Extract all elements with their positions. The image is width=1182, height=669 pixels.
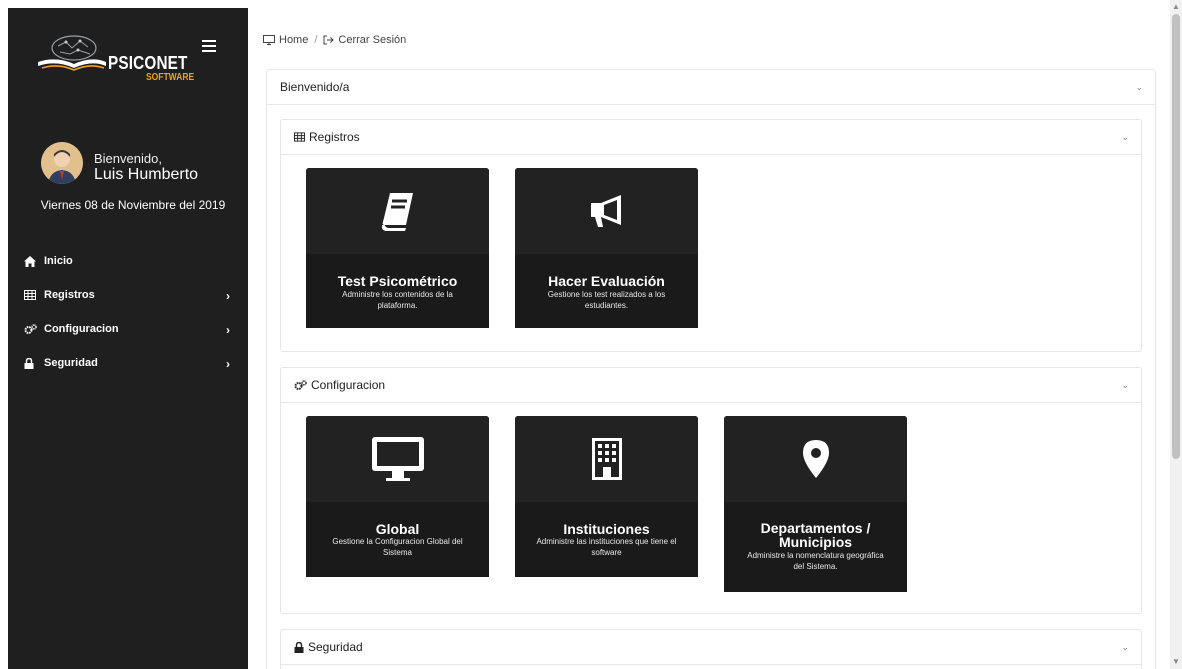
sidebar-item-label: Seguridad: [44, 357, 98, 369]
welcome-text: Bienvenido,: [94, 151, 162, 166]
breadcrumb: Home / Cerrar Sesión: [263, 34, 406, 46]
map-marker-icon: [802, 440, 829, 478]
collapse-chevron-icon[interactable]: ⌄: [1135, 82, 1143, 93]
sidebar-item-configuracion[interactable]: Configuracion ›: [8, 312, 248, 346]
brand-subtitle: SOFTWARE: [146, 72, 195, 83]
brand-name: PSICONET: [108, 53, 188, 73]
configuracion-panel-title: Configuracion: [311, 378, 386, 392]
table-icon: [294, 132, 305, 142]
desktop-icon: [263, 35, 275, 45]
sign-out-icon: [323, 35, 335, 45]
chevron-right-icon: ›: [226, 357, 230, 371]
tile-instituciones[interactable]: Instituciones Administre las institucion…: [515, 416, 698, 577]
collapse-chevron-icon[interactable]: ⌄: [1121, 380, 1129, 391]
tile-title: Instituciones: [563, 521, 650, 537]
monitor-icon: [371, 437, 424, 481]
seguridad-panel-title: Seguridad: [308, 640, 363, 654]
tile-title: Departamentos / Municipios: [760, 520, 871, 550]
sidebar-item-label: Inicio: [44, 255, 73, 267]
tile-description: Administre las instituciones que tiene e…: [536, 537, 677, 557]
tile-title: Test Psicométrico: [337, 273, 458, 289]
sidebar-item-seguridad[interactable]: Seguridad ›: [8, 346, 248, 380]
building-icon: [591, 438, 622, 480]
tile-hacer-evaluacion[interactable]: Hacer Evaluación Gestione los test reali…: [515, 168, 698, 328]
chevron-right-icon: ›: [226, 323, 230, 337]
registros-panel-header[interactable]: Registros ⌄: [281, 120, 1141, 155]
page-scrollbar[interactable]: ▲ ▼: [1170, 0, 1182, 669]
cogs-icon: [24, 323, 38, 335]
menu-toggle-icon[interactable]: [202, 40, 216, 52]
collapse-chevron-icon[interactable]: ⌄: [1121, 642, 1129, 653]
current-date: Viernes 08 de Noviembre del 2019: [40, 198, 226, 212]
welcome-panel-header[interactable]: Bienvenido/a ⌄: [267, 70, 1155, 105]
book-icon: [381, 193, 413, 231]
tile-description: Administre la nomenclatura geográfica de…: [747, 551, 884, 571]
configuracion-panel-header[interactable]: Configuracion ⌄: [281, 368, 1141, 403]
seguridad-panel-header[interactable]: Seguridad ⌄: [281, 630, 1141, 665]
cogs-icon: [294, 379, 307, 390]
tile-description: Gestione la Configuracion Global del Sis…: [332, 537, 463, 557]
sidebar-menu: Inicio Registros › Configuracion › Segur…: [8, 244, 248, 380]
megaphone-icon: [590, 195, 621, 227]
home-icon: [24, 255, 38, 267]
logout-link[interactable]: Cerrar Sesión: [323, 34, 406, 46]
chevron-right-icon: ›: [226, 289, 230, 303]
avatar: [41, 142, 83, 184]
sidebar-item-inicio[interactable]: Inicio: [8, 244, 248, 278]
breadcrumb-home-label: Home: [279, 34, 309, 46]
tile-test-psicometrico[interactable]: Test Psicométrico Administre los conteni…: [306, 168, 489, 328]
logout-label: Cerrar Sesión: [338, 34, 407, 46]
tile-global[interactable]: Global Gestione la Configuracion Global …: [306, 416, 489, 577]
table-icon: [24, 289, 38, 301]
tile-title: Hacer Evaluación: [548, 273, 665, 289]
collapse-chevron-icon[interactable]: ⌄: [1121, 132, 1129, 143]
sidebar-item-label: Registros: [44, 289, 95, 301]
tile-departamentos-municipios[interactable]: Departamentos / Municipios Administre la…: [724, 416, 907, 592]
seguridad-panel: Seguridad ⌄: [280, 629, 1142, 669]
breadcrumb-separator: /: [314, 34, 318, 46]
breadcrumb-home[interactable]: Home: [263, 34, 308, 46]
brain-book-icon: [38, 35, 106, 71]
scroll-down-icon[interactable]: ▼: [1172, 657, 1180, 666]
sidebar: PSICONET SOFTWARE Bienvenido, Luis Humbe…: [8, 8, 248, 669]
tile-description: Gestione los test realizados a los estud…: [547, 290, 666, 310]
scroll-up-icon[interactable]: ▲: [1172, 2, 1180, 11]
lock-icon: [294, 641, 304, 653]
registros-panel-title: Registros: [309, 130, 360, 144]
scrollbar-thumb[interactable]: [1172, 14, 1180, 459]
welcome-panel-title: Bienvenido/a: [280, 80, 350, 94]
sidebar-item-label: Configuracion: [44, 323, 119, 335]
user-name: Luis Humberto: [94, 166, 199, 183]
lock-icon: [24, 357, 38, 369]
tile-description: Administre los contenidos de la platafor…: [342, 290, 453, 310]
tile-title: Global: [375, 521, 420, 537]
sidebar-item-registros[interactable]: Registros ›: [8, 278, 248, 312]
